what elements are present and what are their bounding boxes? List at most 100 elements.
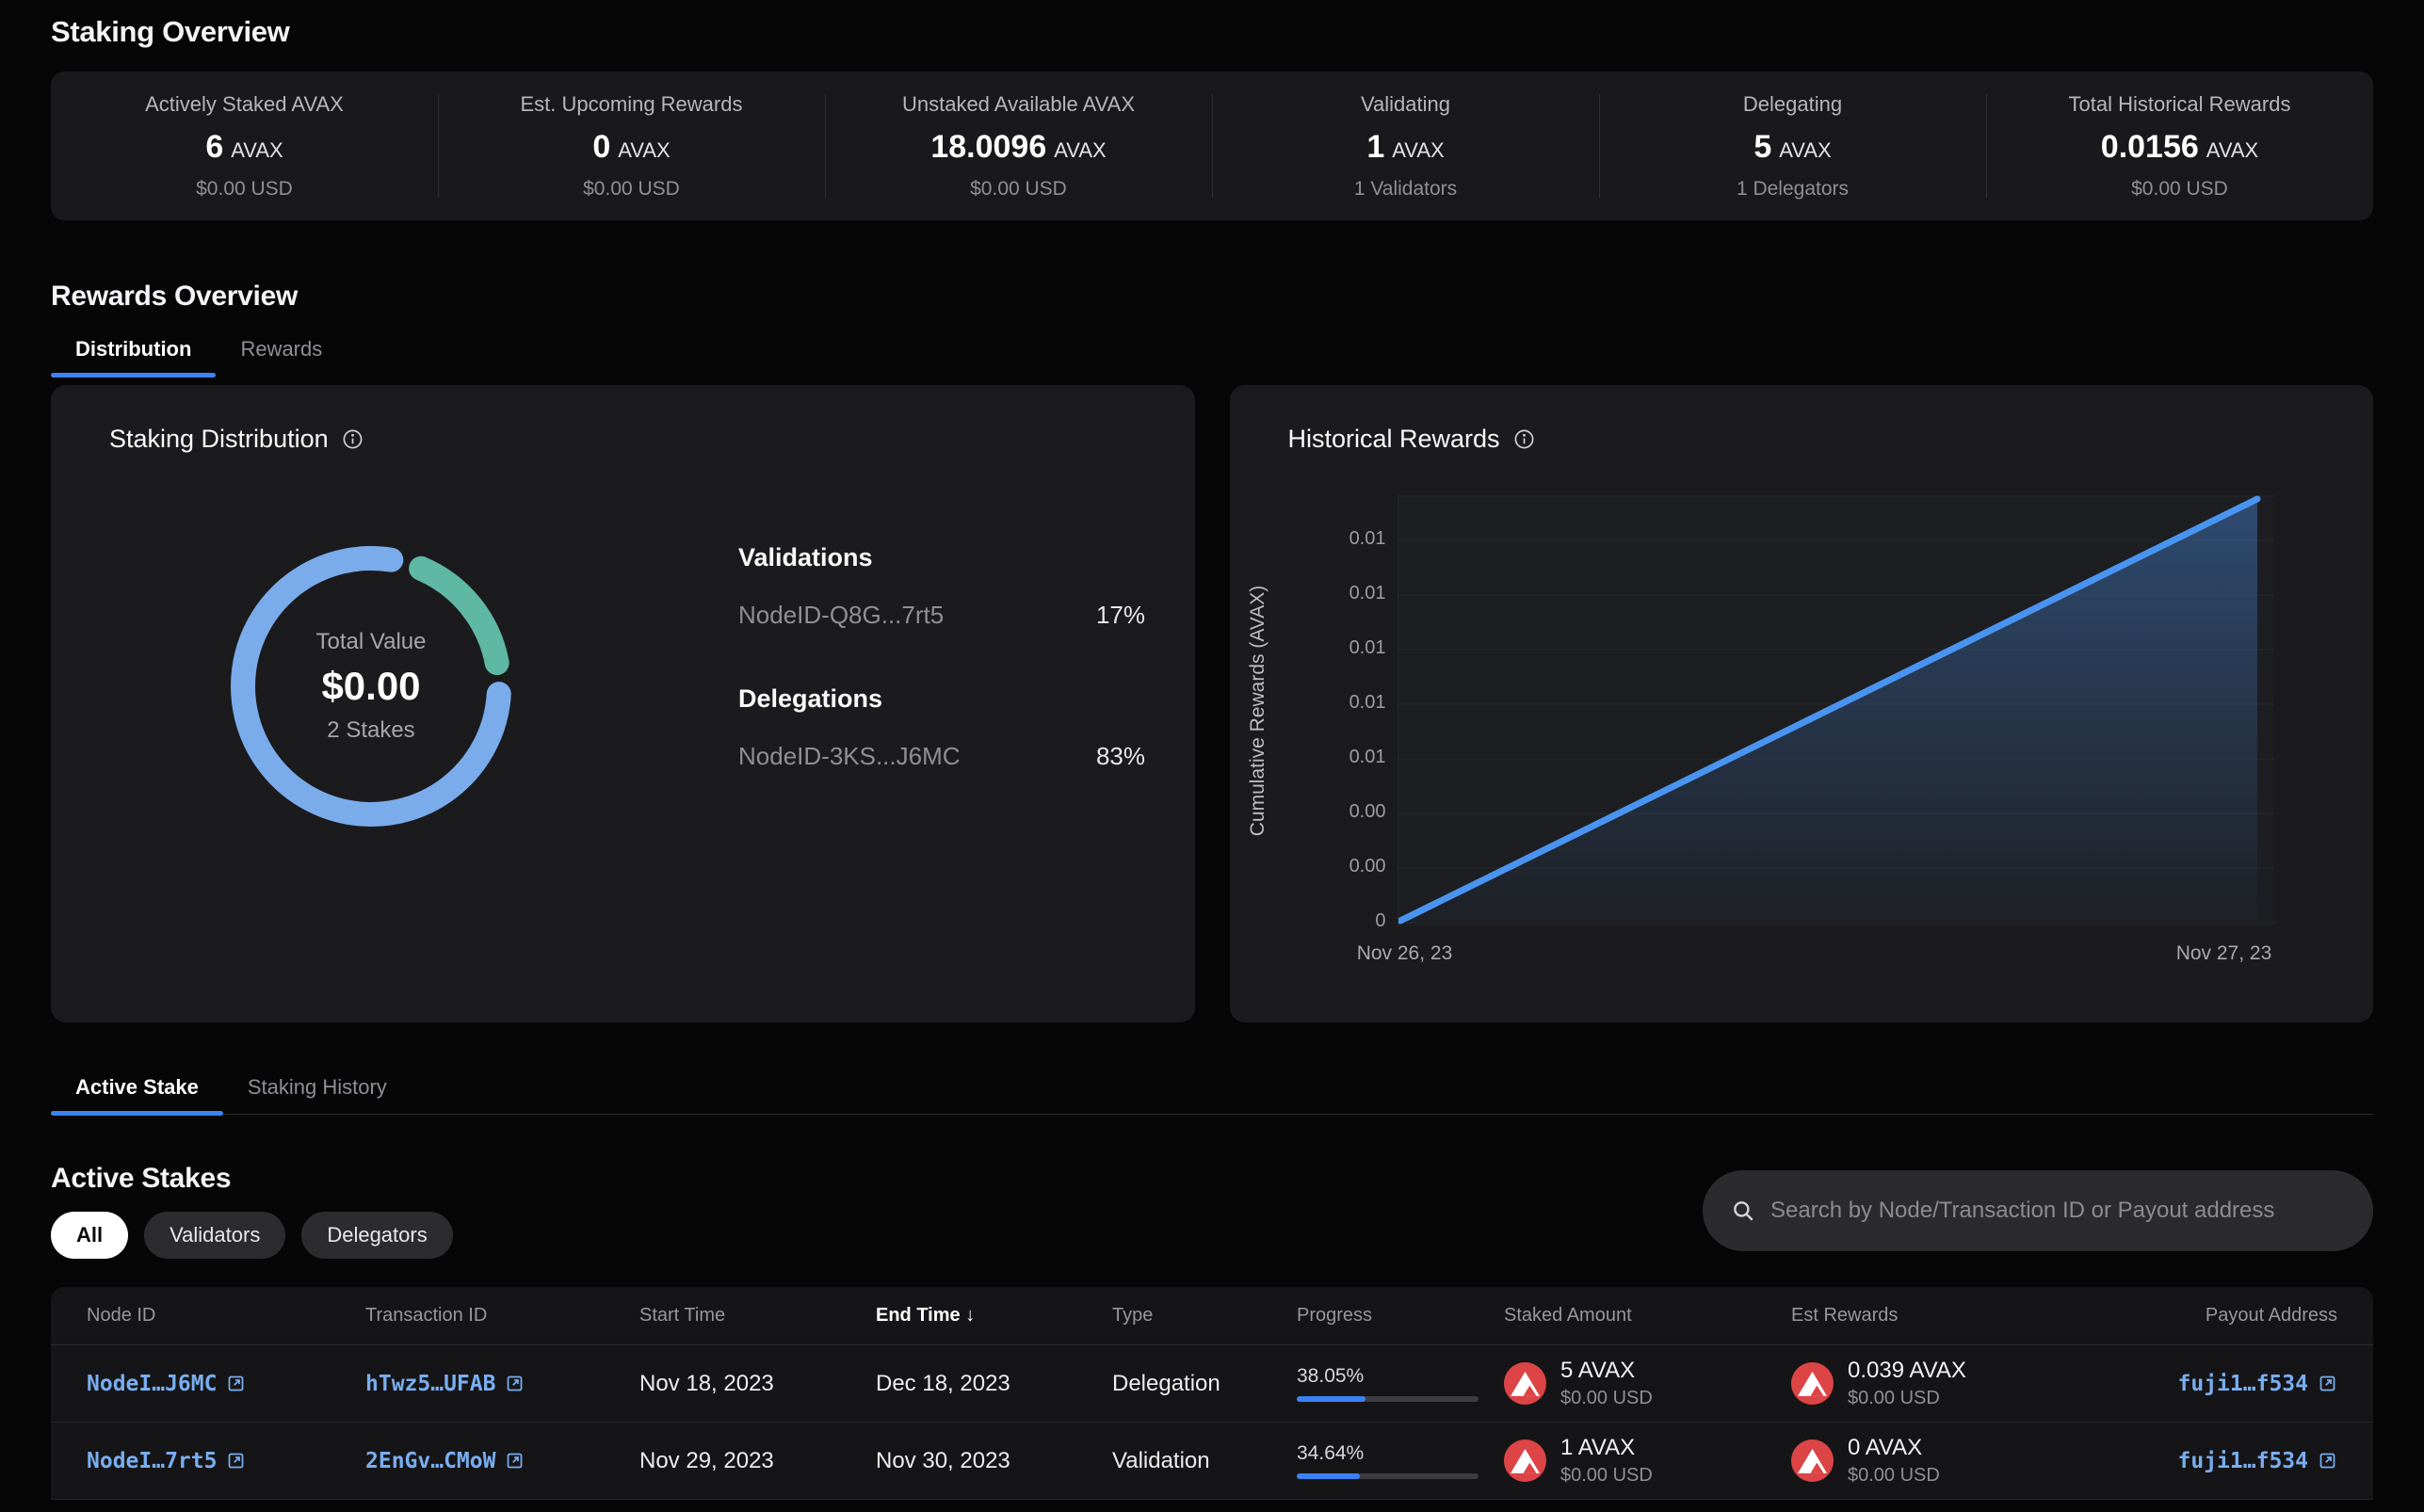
transaction-id-link[interactable]: 2EnGv…CMoW	[365, 1449, 525, 1473]
progress-bar	[1297, 1396, 1479, 1402]
stake-type: Delegation	[1112, 1371, 1297, 1397]
staking-overview-stats: Actively Staked AVAX 6 AVAX $0.00 USD Est…	[51, 72, 2373, 220]
stat-value: 5	[1753, 129, 1771, 165]
progress-bar	[1297, 1473, 1479, 1479]
delegations-heading: Delegations	[738, 684, 1145, 714]
payout-address-link[interactable]: fuji1…f534	[2178, 1449, 2337, 1473]
progress-indicator: 34.64%	[1297, 1442, 1504, 1479]
stakes-search[interactable]	[1703, 1170, 2373, 1251]
stat-value: 1	[1366, 129, 1384, 165]
external-link-icon	[505, 1374, 525, 1393]
progress-percent: 34.64%	[1297, 1442, 1504, 1465]
validation-item: NodeID-Q8G...7rt5 17%	[738, 601, 1145, 630]
table-row: NodeI…J6MC hTwz5…UFAB Nov 18, 2023 Dec 1…	[51, 1345, 2373, 1423]
table-header-row: Node ID Transaction ID Start Time End Ti…	[51, 1287, 2373, 1345]
stat-sub: $0.00 USD	[970, 178, 1067, 201]
donut-total-value: $0.00	[321, 664, 420, 709]
historical-rewards-title: Historical Rewards	[1288, 425, 1500, 454]
stat-actively-staked: Actively Staked AVAX 6 AVAX $0.00 USD	[51, 72, 438, 220]
external-link-icon	[505, 1451, 525, 1471]
tab-distribution[interactable]: Distribution	[51, 337, 216, 378]
line-chart	[1398, 495, 2274, 926]
tab-staking-history[interactable]: Staking History	[223, 1075, 412, 1116]
external-link-icon	[226, 1374, 246, 1393]
search-input[interactable]	[1770, 1198, 2345, 1224]
stat-label: Actively Staked AVAX	[145, 92, 344, 117]
col-type: Type	[1112, 1305, 1297, 1327]
validation-node-id: NodeID-Q8G...7rt5	[738, 601, 944, 630]
node-id-link[interactable]: NodeI…J6MC	[87, 1372, 246, 1396]
progress-indicator: 38.05%	[1297, 1365, 1504, 1402]
stat-label: Est. Upcoming Rewards	[521, 92, 743, 117]
table-row: NodeI…7rt5 2EnGv…CMoW Nov 29, 2023 Nov 3…	[51, 1423, 2373, 1500]
info-icon[interactable]	[342, 428, 364, 450]
search-icon	[1731, 1198, 1755, 1223]
stat-unit: AVAX	[2206, 138, 2258, 162]
avax-logo-icon	[1791, 1440, 1834, 1482]
filter-delegators[interactable]: Delegators	[301, 1212, 452, 1259]
stat-upcoming-rewards: Est. Upcoming Rewards 0AVAX $0.00 USD	[438, 72, 825, 220]
page-title: Staking Overview	[51, 15, 2373, 49]
end-time: Nov 30, 2023	[876, 1448, 1112, 1474]
end-time: Dec 18, 2023	[876, 1371, 1112, 1397]
transaction-id-link[interactable]: hTwz5…UFAB	[365, 1372, 525, 1396]
col-payout-address: Payout Address	[2102, 1305, 2337, 1327]
stat-label: Validating	[1361, 92, 1450, 117]
stat-sub: 1 Validators	[1354, 178, 1457, 201]
stat-label: Delegating	[1743, 92, 1842, 117]
historical-rewards-chart	[1398, 495, 2273, 926]
avax-logo-icon	[1504, 1440, 1546, 1482]
chart-x-tick-end: Nov 27, 23	[2149, 942, 2300, 965]
validation-percent: 17%	[1096, 601, 1145, 630]
staked-amount: 5 AVAX$0.00 USD	[1504, 1358, 1791, 1409]
payout-address-link[interactable]: fuji1…f534	[2178, 1372, 2337, 1396]
stat-label: Unstaked Available AVAX	[902, 92, 1135, 117]
stat-value: 6	[205, 129, 223, 165]
avax-logo-icon	[1791, 1362, 1834, 1405]
col-start-time: Start Time	[639, 1305, 876, 1327]
col-transaction-id: Transaction ID	[365, 1305, 639, 1327]
distribution-breakdown: Validations NodeID-Q8G...7rt5 17% Delega…	[738, 543, 1145, 771]
stake-type: Validation	[1112, 1448, 1297, 1474]
info-icon[interactable]	[1513, 428, 1535, 450]
sort-desc-icon: ↓	[965, 1305, 975, 1326]
rewards-overview-tabs: Distribution Rewards	[51, 337, 2373, 378]
staking-distribution-title: Staking Distribution	[109, 425, 329, 454]
node-id-link[interactable]: NodeI…7rt5	[87, 1449, 246, 1473]
delegation-item: NodeID-3KS...J6MC 83%	[738, 742, 1145, 771]
stake-filters: All Validators Delegators	[51, 1212, 453, 1259]
stat-label: Total Historical Rewards	[2069, 92, 2291, 117]
chart-x-tick-start: Nov 26, 23	[1330, 942, 1480, 965]
stat-unit: AVAX	[1392, 138, 1444, 162]
external-link-icon	[2318, 1374, 2337, 1393]
delegation-percent: 83%	[1096, 742, 1145, 771]
col-staked-amount: Staked Amount	[1504, 1305, 1791, 1327]
col-end-time-sort[interactable]: End Time ↓	[876, 1305, 1112, 1327]
tab-rewards[interactable]: Rewards	[216, 337, 347, 378]
col-est-rewards: Est Rewards	[1791, 1305, 2102, 1327]
filter-all[interactable]: All	[51, 1212, 128, 1259]
stat-sub: 1 Delegators	[1737, 178, 1849, 201]
staked-amount: 1 AVAX$0.00 USD	[1504, 1435, 1791, 1487]
stat-unstaked-available: Unstaked Available AVAX 18.0096 AVAX $0.0…	[825, 72, 1212, 220]
est-rewards: 0 AVAX$0.00 USD	[1791, 1435, 2102, 1487]
start-time: Nov 29, 2023	[639, 1448, 876, 1474]
filter-validators[interactable]: Validators	[144, 1212, 285, 1259]
staking-distribution-donut: Total Value $0.00 2 Stakes	[225, 540, 517, 832]
stat-delegating: Delegating 5AVAX 1 Delegators	[1599, 72, 1986, 220]
staking-distribution-card: Staking Distribution Total Value $0.00 2…	[51, 385, 1195, 1022]
est-rewards: 0.039 AVAX$0.00 USD	[1791, 1358, 2102, 1409]
donut-total-value-label: Total Value	[316, 629, 427, 655]
rewards-overview-title: Rewards Overview	[51, 281, 2373, 313]
stat-validating: Validating 1 AVAX 1 Validators	[1212, 72, 1599, 220]
stat-sub: $0.00 USD	[196, 178, 293, 201]
stakes-tabs: Active Stake Staking History	[51, 1075, 2373, 1116]
stat-historical-rewards: Total Historical Rewards 0.0156AVAX $0.0…	[1986, 72, 2373, 220]
stat-value: 18.0096	[930, 129, 1046, 165]
stat-unit: AVAX	[1054, 138, 1106, 162]
tab-active-stake[interactable]: Active Stake	[51, 1075, 223, 1116]
stat-unit: AVAX	[231, 138, 283, 162]
historical-rewards-card: Historical Rewards Cumulative Rewards (A…	[1230, 385, 2374, 1022]
stat-value: 0.0156	[2101, 129, 2199, 165]
active-stakes-table: Node ID Transaction ID Start Time End Ti…	[51, 1287, 2373, 1500]
